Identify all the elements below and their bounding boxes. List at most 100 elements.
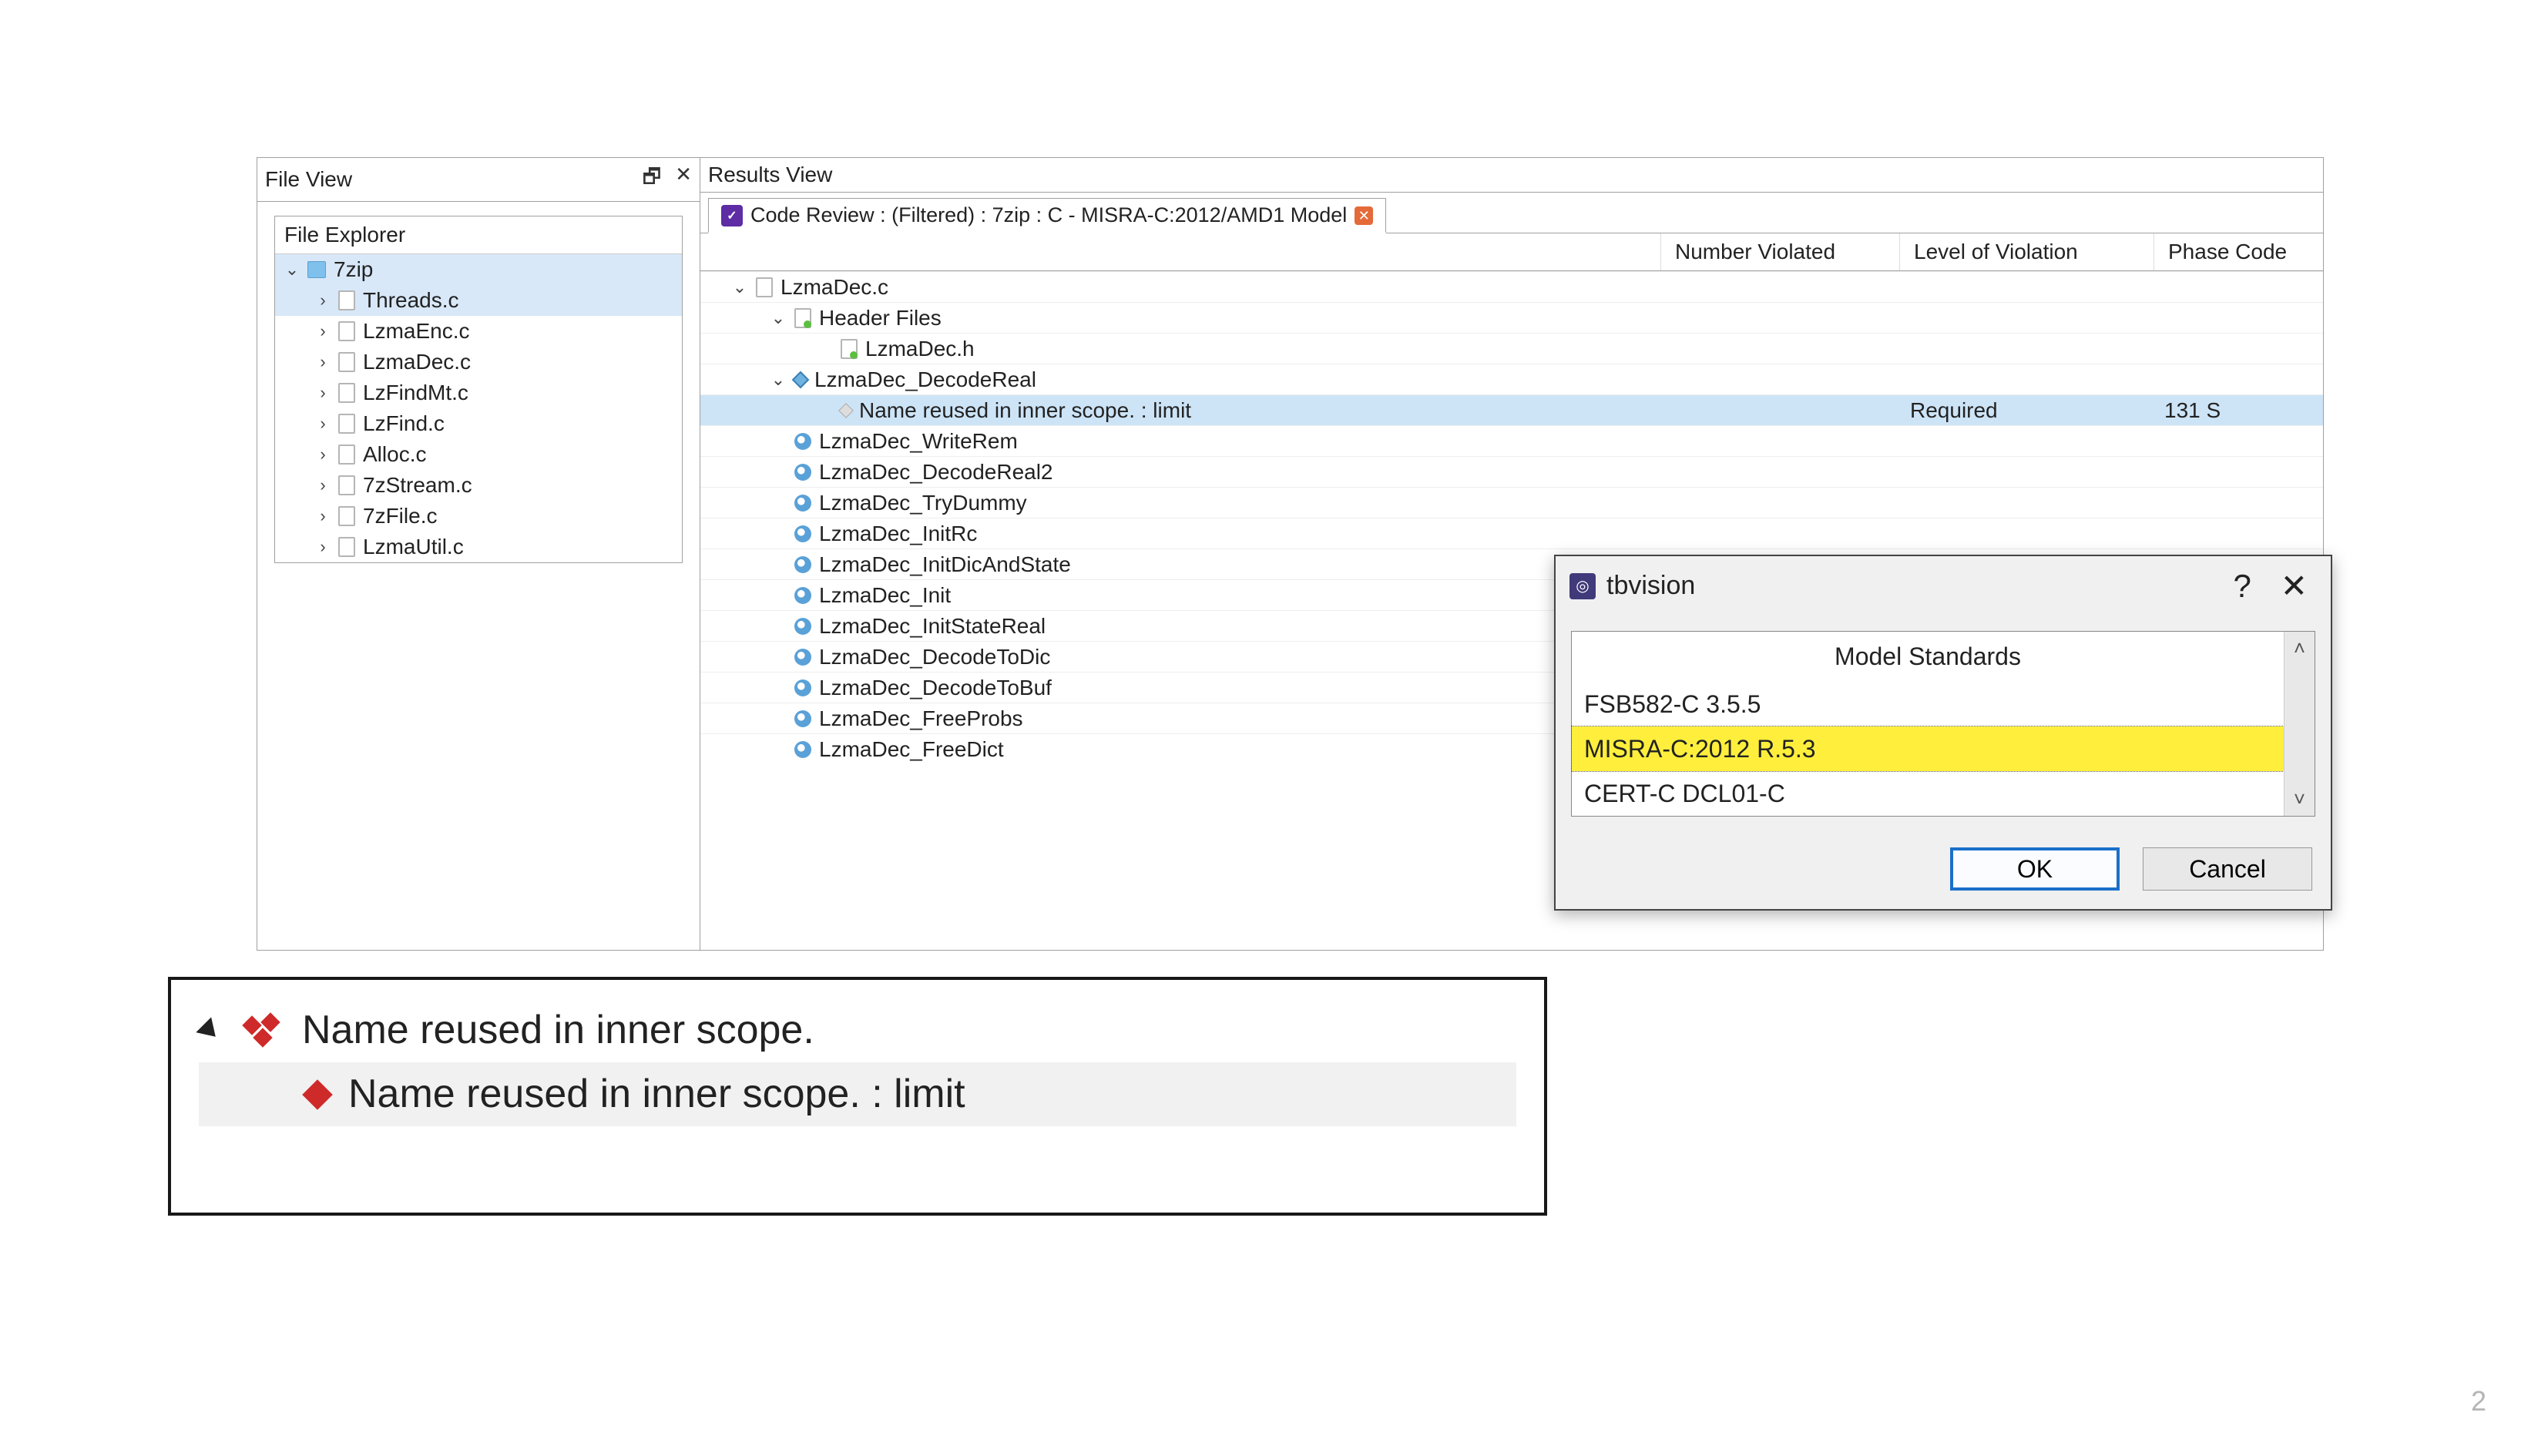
results-func-label: LzmaDec_InitStateReal xyxy=(819,611,1046,642)
header-file-icon xyxy=(841,339,858,359)
tree-file[interactable]: › LzmaDec.c xyxy=(275,347,682,377)
chevron-down-icon[interactable]: ⌄ xyxy=(770,303,787,334)
results-row-func-selected[interactable]: ⌄ LzmaDec_DecodeReal xyxy=(700,364,2323,394)
results-violation-text: Name reused in inner scope. : limit xyxy=(859,395,1191,426)
results-func-label: LzmaDec_Init xyxy=(819,580,951,611)
chevron-right-icon[interactable]: › xyxy=(315,478,331,493)
function-icon xyxy=(794,618,811,635)
col-level-of-violation[interactable]: Level of Violation xyxy=(1899,233,2154,270)
chevron-blank xyxy=(816,395,833,426)
results-func-label: LzmaDec_FreeDict xyxy=(819,734,1004,765)
chevron-right-icon[interactable]: › xyxy=(315,508,331,524)
chevron-right-icon[interactable]: › xyxy=(315,416,331,431)
file-tree: ⌄ 7zip › Threads.c › LzmaEnc.c › xyxy=(275,254,682,562)
checkmark-icon: ✓ xyxy=(721,205,743,226)
function-icon xyxy=(794,556,811,573)
function-icon xyxy=(794,710,811,727)
file-icon xyxy=(338,352,355,372)
undock-icon[interactable]: 🗗 xyxy=(643,163,661,196)
file-icon xyxy=(338,321,355,341)
chevron-down-icon[interactable]: ⌄ xyxy=(731,272,748,303)
app-icon: ◎ xyxy=(1569,573,1596,599)
folder-icon xyxy=(307,261,326,278)
tree-root-7zip[interactable]: ⌄ 7zip xyxy=(275,254,682,285)
function-icon xyxy=(792,371,810,388)
model-standards-listbox[interactable]: Model Standards FSB582-C 3.5.5 MISRA-C:2… xyxy=(1571,631,2315,817)
chevron-down-icon[interactable]: ⌄ xyxy=(770,364,787,395)
violation-icon xyxy=(302,1079,333,1110)
model-standards-dialog: ◎ tbvision ? ✕ Model Standards FSB582-C … xyxy=(1554,555,2332,911)
tree-file[interactable]: › Alloc.c xyxy=(275,439,682,470)
tree-file[interactable]: › LzFindMt.c xyxy=(275,377,682,408)
results-row-func[interactable]: LzmaDec_InitRc xyxy=(700,518,2323,549)
chevron-right-icon[interactable]: › xyxy=(315,354,331,370)
chevron-right-icon[interactable]: › xyxy=(315,385,331,401)
file-view-title: File View xyxy=(265,167,643,192)
file-icon xyxy=(338,475,355,495)
listbox-item[interactable]: FSB582-C 3.5.5 xyxy=(1572,682,2284,726)
file-icon xyxy=(338,506,355,526)
chevron-right-icon[interactable]: › xyxy=(315,293,331,308)
col-phase-code[interactable]: Phase Code xyxy=(2154,233,2323,270)
results-row-func[interactable]: LzmaDec_WriteRem xyxy=(700,425,2323,456)
file-icon xyxy=(338,414,355,434)
results-tab-strip: ✓ Code Review : (Filtered) : 7zip : C - … xyxy=(700,193,2323,233)
tree-file[interactable]: › LzFind.c xyxy=(275,408,682,439)
function-icon xyxy=(794,741,811,758)
file-icon xyxy=(756,277,773,297)
listbox-item-selected[interactable]: MISRA-C:2012 R.5.3 xyxy=(1572,726,2284,771)
file-icon xyxy=(338,445,355,465)
tree-file[interactable]: › Threads.c xyxy=(275,285,682,316)
listbox-item[interactable]: CERT-C DCL01-C xyxy=(1572,771,2284,816)
scroll-up-icon[interactable]: ˄ xyxy=(2294,632,2305,665)
detail-text-2: Name reused in inner scope. : limit xyxy=(348,1062,965,1126)
results-func-label: LzmaDec_InitDicAndState xyxy=(819,549,1071,580)
close-icon[interactable]: ✕ xyxy=(675,163,692,196)
results-header-file-label: LzmaDec.h xyxy=(865,334,975,364)
violation-cluster-icon xyxy=(240,1015,282,1046)
listbox-scrollbar[interactable]: ˄ ˅ xyxy=(2284,632,2315,816)
col-number-violated[interactable]: Number Violated xyxy=(1660,233,1899,270)
chevron-blank xyxy=(816,334,833,364)
tree-file[interactable]: › LzmaEnc.c xyxy=(275,316,682,347)
listbox-heading: Model Standards xyxy=(1572,632,2284,682)
function-icon xyxy=(794,679,811,696)
detail-row-item[interactable]: Name reused in inner scope. : limit xyxy=(199,1062,1516,1126)
violation-icon xyxy=(838,403,854,418)
help-icon[interactable]: ? xyxy=(2224,568,2260,605)
detail-row-summary[interactable]: Name reused in inner scope. xyxy=(199,998,1516,1062)
close-icon[interactable]: ✕ xyxy=(2271,567,2317,605)
results-row-violation[interactable]: Name reused in inner scope. : limit Requ… xyxy=(700,394,2323,425)
results-row-file[interactable]: ⌄ LzmaDec.c xyxy=(700,271,2323,302)
tree-file-label: Alloc.c xyxy=(363,442,426,467)
tab-code-review[interactable]: ✓ Code Review : (Filtered) : 7zip : C - … xyxy=(708,198,1386,233)
tree-file-label: LzmaEnc.c xyxy=(363,319,470,344)
results-func-label: LzmaDec_WriteRem xyxy=(819,426,1018,457)
tree-file[interactable]: › 7zFile.c xyxy=(275,501,682,532)
tree-file-label: Threads.c xyxy=(363,288,459,313)
tree-file[interactable]: › LzmaUtil.c xyxy=(275,532,682,562)
results-row-func[interactable]: LzmaDec_DecodeReal2 xyxy=(700,456,2323,487)
results-header-section-label: Header Files xyxy=(819,303,942,334)
function-icon xyxy=(794,433,811,450)
ok-button[interactable]: OK xyxy=(1950,847,2120,891)
tree-file-label: LzmaDec.c xyxy=(363,350,471,374)
header-folder-icon xyxy=(794,308,811,328)
chevron-right-icon[interactable]: › xyxy=(315,324,331,339)
tree-file[interactable]: › 7zStream.c xyxy=(275,470,682,501)
results-row-header-section[interactable]: ⌄ Header Files xyxy=(700,302,2323,333)
results-view-header: Results View xyxy=(700,158,2323,193)
results-row-func[interactable]: LzmaDec_TryDummy xyxy=(700,487,2323,518)
chevron-right-icon[interactable]: › xyxy=(315,539,331,555)
cancel-button[interactable]: Cancel xyxy=(2143,847,2312,891)
dialog-app-name: tbvision xyxy=(1606,571,1695,601)
results-func-label: LzmaDec_FreeProbs xyxy=(819,703,1023,734)
results-file-label: LzmaDec.c xyxy=(781,272,888,303)
scroll-down-icon[interactable]: ˅ xyxy=(2294,783,2305,816)
chevron-right-icon[interactable]: › xyxy=(315,447,331,462)
results-row-header-file[interactable]: LzmaDec.h xyxy=(700,333,2323,364)
chevron-down-icon[interactable]: ⌄ xyxy=(284,262,300,277)
tab-close-icon[interactable]: ✕ xyxy=(1355,206,1373,225)
file-icon xyxy=(338,290,355,310)
tree-file-label: 7zFile.c xyxy=(363,504,437,528)
